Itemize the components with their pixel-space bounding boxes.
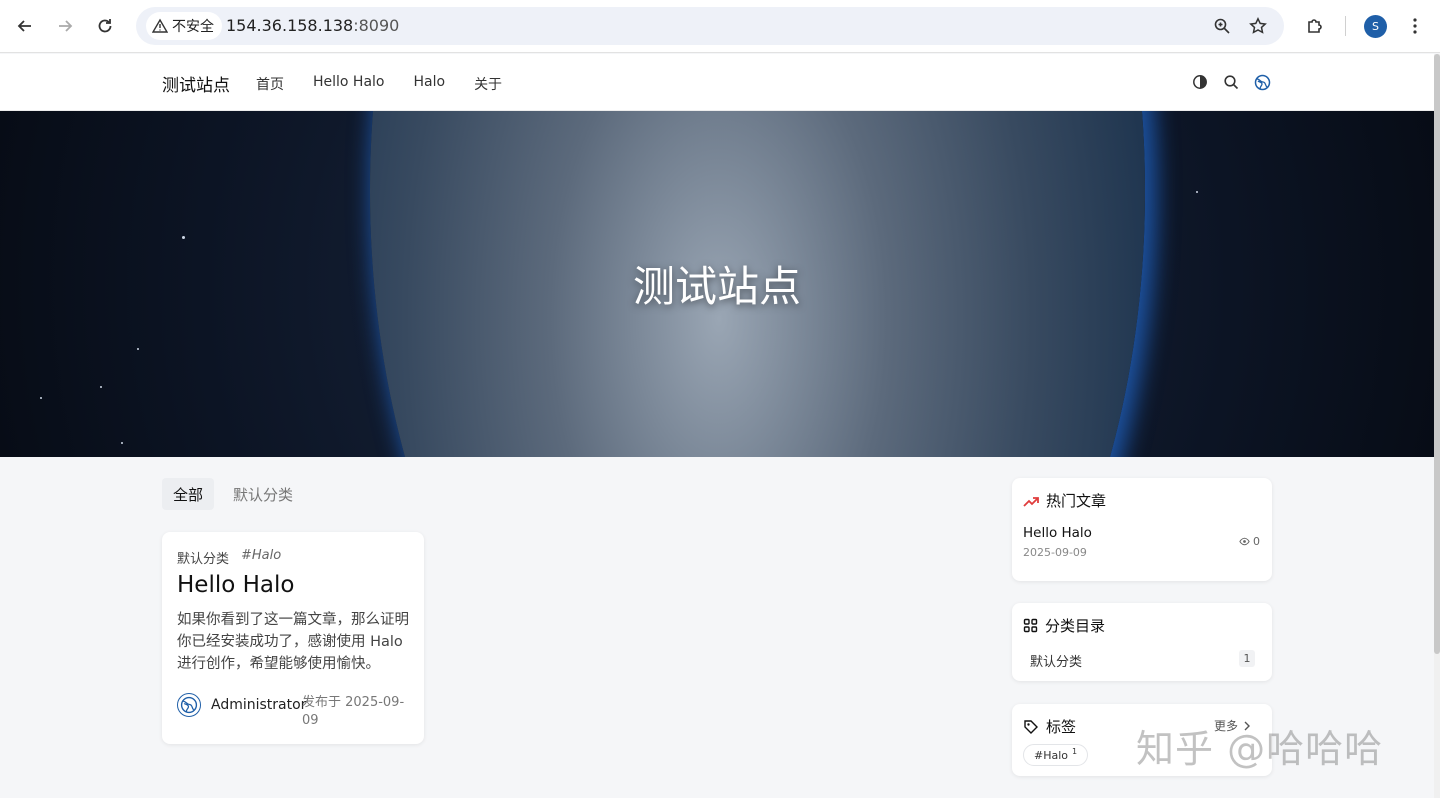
site-title[interactable]: 测试站点: [162, 71, 230, 96]
menu-item-halo[interactable]: Halo: [414, 74, 446, 94]
back-button[interactable]: [12, 13, 38, 39]
search-icon: [1224, 75, 1239, 90]
url-text[interactable]: 154.36.158.138:8090: [226, 16, 399, 35]
tag-chip-count: 1: [1072, 746, 1078, 756]
warning-icon: [152, 18, 168, 33]
contrast-icon: [1193, 75, 1207, 89]
post-category[interactable]: 默认分类: [177, 548, 229, 567]
tags-header: 标签: [1023, 716, 1076, 737]
more-vertical-icon: [1413, 18, 1417, 34]
hero-title: 测试站点: [632, 262, 801, 311]
hot-post-title[interactable]: Hello Halo: [1023, 525, 1092, 541]
reload-icon: [98, 19, 112, 33]
hot-posts-header: 热门文章: [1023, 490, 1106, 511]
category-item-name[interactable]: 默认分类: [1030, 651, 1082, 670]
menu-item-home[interactable]: 首页: [256, 74, 284, 94]
globe-icon: [1254, 74, 1270, 90]
menu-item-about[interactable]: 关于: [474, 74, 502, 94]
category-tabs: 全部 默认分类: [162, 478, 304, 510]
theme-toggle-button[interactable]: [1191, 73, 1209, 91]
eye-icon: [1239, 537, 1250, 546]
star: [182, 236, 185, 239]
author-avatar: [177, 693, 201, 717]
hot-post-date: 2025-09-09: [1023, 546, 1087, 559]
globe-icon: [180, 696, 198, 714]
arrow-right-icon: [59, 20, 73, 32]
arrow-left-icon: [17, 20, 31, 32]
address-bar[interactable]: 不安全 154.36.158.138:8090: [136, 7, 1284, 45]
forward-button[interactable]: [52, 13, 78, 39]
browser-menu-button[interactable]: [1402, 13, 1428, 39]
user-avatar-button[interactable]: [1253, 73, 1271, 91]
site-header: 测试站点 首页 Hello Halo Halo 关于: [0, 54, 1434, 111]
author-name: Administrator: [211, 697, 307, 713]
trending-icon: [1023, 496, 1039, 507]
grid-icon: [1023, 618, 1038, 633]
post-published-date: 发布于 2025-09-09: [302, 695, 405, 728]
star: [137, 348, 139, 350]
zoom-button[interactable]: [1211, 15, 1233, 37]
menu-item-hello-halo[interactable]: Hello Halo: [313, 74, 385, 94]
hot-posts-title: 热门文章: [1046, 492, 1107, 510]
url-host: 154.36.158.138: [226, 16, 354, 35]
extensions-button[interactable]: [1302, 13, 1328, 39]
categories-title: 分类目录: [1045, 617, 1106, 635]
security-chip[interactable]: 不安全: [146, 12, 222, 40]
hero-banner: 测试站点: [0, 111, 1434, 457]
tag-chip-name: #Halo: [1034, 748, 1069, 762]
star: [1196, 191, 1198, 193]
profile-avatar[interactable]: S: [1364, 15, 1387, 38]
tags-title: 标签: [1046, 718, 1077, 736]
scrollbar-thumb[interactable]: [1434, 54, 1440, 654]
puzzle-icon: [1308, 19, 1322, 33]
star: [100, 386, 102, 388]
star: [40, 397, 42, 399]
tab-all[interactable]: 全部: [162, 478, 215, 510]
toolbar-separator: [1345, 16, 1346, 36]
post-card[interactable]: 默认分类 #Halo Hello Halo 如果你看到了这一篇文章，那么证明你已…: [162, 532, 424, 744]
tag-chip[interactable]: #Halo 1: [1023, 744, 1089, 766]
hot-posts-widget: 热门文章 Hello Halo 2025-09-09 0: [1012, 478, 1272, 581]
categories-widget: 分类目录 默认分类 1: [1012, 603, 1272, 681]
security-label: 不安全: [172, 19, 214, 35]
post-tag[interactable]: #Halo: [241, 548, 281, 567]
star: [121, 442, 123, 444]
hot-post-view-count: 0: [1253, 535, 1260, 548]
post-author: Administrator: [177, 693, 306, 717]
hot-post-views: 0: [1239, 535, 1260, 548]
watermark: 知乎 @哈哈哈: [1136, 727, 1384, 771]
bookmark-button[interactable]: [1247, 15, 1269, 37]
post-title[interactable]: Hello Halo: [177, 572, 294, 598]
category-item-count: 1: [1239, 650, 1255, 667]
search-button[interactable]: [1222, 73, 1240, 91]
star-icon: [1249, 17, 1267, 34]
browser-toolbar: 不安全 154.36.158.138:8090 S: [0, 0, 1440, 53]
main-menu: 首页 Hello Halo Halo 关于: [256, 74, 502, 94]
tag-icon: [1024, 719, 1038, 734]
zoom-icon: [1214, 18, 1230, 34]
url-port: :8090: [353, 16, 400, 35]
categories-header: 分类目录: [1023, 615, 1105, 636]
post-meta: 默认分类 #Halo: [177, 548, 281, 567]
page-scrollbar[interactable]: [1434, 54, 1440, 798]
reload-button[interactable]: [92, 13, 118, 39]
post-excerpt: 如果你看到了这一篇文章，那么证明你已经安装成功了，感谢使用 Halo 进行创作，…: [177, 612, 409, 672]
tab-default-category[interactable]: 默认分类: [222, 478, 304, 510]
